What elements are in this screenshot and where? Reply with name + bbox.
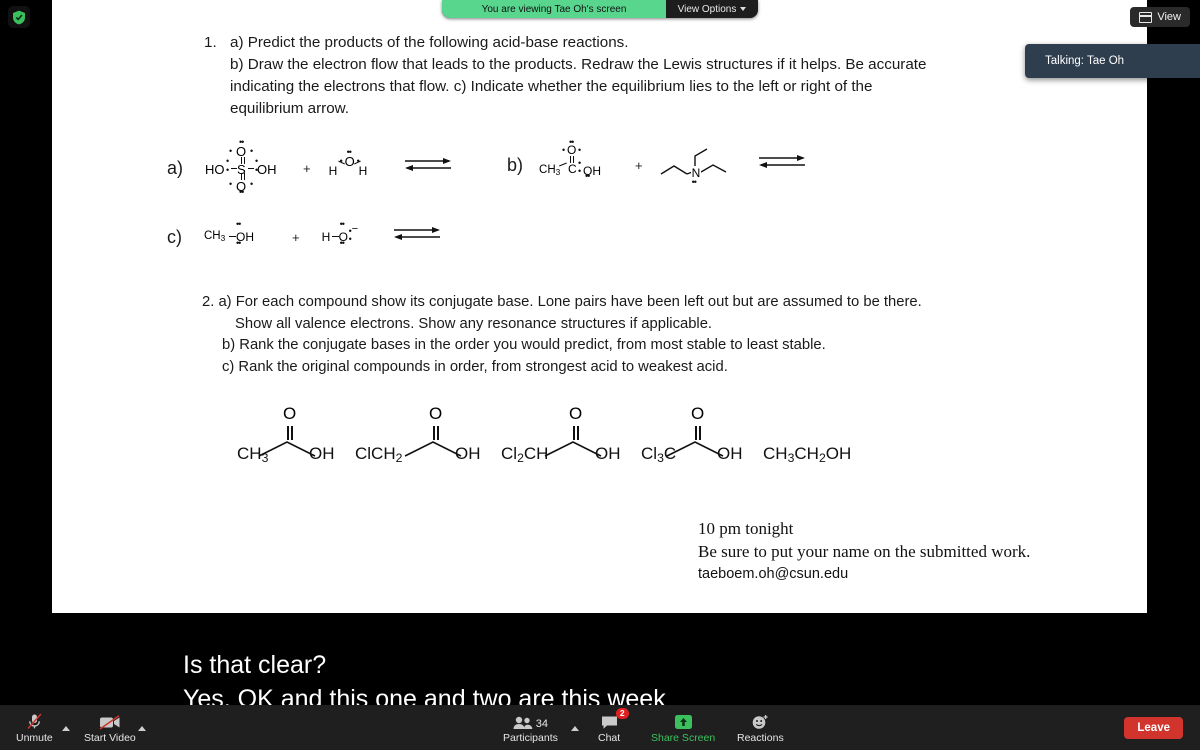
- view-options-label: View Options: [677, 3, 737, 15]
- start-video-label: Start Video: [84, 731, 136, 744]
- note-due-time: 10 pm tonight: [698, 519, 794, 538]
- meeting-toolbar: Unmute Start Video 34 Participants 2 Cha…: [0, 705, 1200, 750]
- shared-screen-content: 1. a) Predict the products of the follow…: [52, 0, 1147, 613]
- question-1-block: 1. a) Predict the products of the follow…: [204, 32, 1004, 120]
- structure-chloroacetic-acid: O ClCH2 OH: [355, 404, 481, 466]
- chevron-down-icon: [740, 7, 747, 11]
- structure-acetic-acid-b: •• O • • CH3 C • • OH ••: [539, 137, 602, 181]
- share-up-arrow-icon: [674, 714, 692, 729]
- structure-methanol: •• CH3 OH ••: [204, 219, 254, 248]
- encryption-shield-icon[interactable]: [8, 6, 30, 28]
- chat-bubble-icon: [601, 716, 617, 729]
- caption-line-1: Is that clear?: [183, 651, 327, 679]
- reaction-c-label: c): [167, 226, 182, 247]
- unmute-label: Unmute: [16, 731, 53, 744]
- reaction-a-label: a): [167, 157, 184, 178]
- acid-structure-row: O CH3 OH O ClCH2 OH O Cl2CH OH O Cl3C OH…: [237, 404, 873, 466]
- instructor-email: taeboem.oh@csun.edu: [698, 566, 849, 582]
- question-1-number: 1.: [204, 34, 217, 51]
- structure-hydroxide: •• H O • • •• −: [321, 219, 359, 248]
- participants-button[interactable]: 34 Participants: [503, 709, 558, 747]
- structure-trichloroacetic-acid: O Cl3C OH: [641, 404, 743, 466]
- audio-options-caret-icon[interactable]: [62, 726, 70, 731]
- view-button-label: View: [1157, 11, 1181, 23]
- note-instruction: Be sure to put your name on the submitte…: [698, 542, 1031, 561]
- microphone-muted-icon: [26, 712, 43, 730]
- view-button[interactable]: View: [1130, 7, 1190, 27]
- question-1-line-3: indicating the electrons that flow. c) I…: [230, 78, 873, 95]
- view-options-dropdown[interactable]: View Options: [666, 0, 758, 18]
- question-1-line-2: b) Draw the electron flow that leads to …: [230, 56, 927, 73]
- talking-indicator-label: Talking: Tae Oh: [1045, 55, 1125, 67]
- share-screen-label: Share Screen: [651, 731, 716, 744]
- reactions-button[interactable]: Reactions: [737, 709, 784, 747]
- grid-view-icon: [1139, 11, 1153, 23]
- question-2-line-2: Show all valence electrons. Show any res…: [235, 315, 713, 332]
- plus-sign: +: [303, 160, 311, 176]
- structure-ethanol: CH3CH2OH: [763, 444, 852, 466]
- plus-sign: +: [635, 157, 643, 173]
- structure-dichloroacetic-acid: O Cl2CH OH: [501, 404, 621, 466]
- share-screen-button[interactable]: Share Screen: [651, 709, 715, 747]
- leave-button[interactable]: Leave: [1124, 717, 1183, 739]
- camera-off-icon: [99, 713, 121, 730]
- assignment-note: 10 pm tonight Be sure to put your name o…: [698, 517, 1030, 582]
- equilibrium-arrow-b: [758, 154, 805, 172]
- reaction-b-label: b): [507, 154, 524, 175]
- screen-share-banner: You are viewing Tae Oh's screen View Opt…: [442, 0, 758, 18]
- reactions-label: Reactions: [737, 731, 784, 744]
- question-2-line-1: 2. a) For each compound show its conjuga…: [202, 294, 922, 310]
- reaction-b: b) •• O • • CH3 C • • OH •• + N ••: [507, 137, 805, 190]
- question-2-line-3: b) Rank the conjugate bases in the order…: [222, 337, 826, 353]
- plus-sign: +: [292, 229, 300, 245]
- start-video-button[interactable]: Start Video: [84, 709, 136, 747]
- structure-acetic-acid: O CH3 OH: [237, 404, 335, 466]
- question-2-block: 2. a) For each compound show its conjuga…: [202, 292, 1012, 378]
- participants-options-caret-icon[interactable]: [571, 726, 579, 731]
- unmute-button[interactable]: Unmute: [16, 709, 53, 747]
- video-options-caret-icon[interactable]: [138, 726, 146, 731]
- question-1-line-4: equilibrium arrow.: [230, 100, 350, 117]
- chat-label: Chat: [598, 731, 621, 744]
- structure-sulfuric-acid: •• O • • HO • • S • • OH • O • ••: [205, 137, 277, 197]
- participants-label: Participants: [503, 731, 558, 744]
- participants-count: 34: [535, 717, 549, 730]
- equilibrium-arrow-a: [404, 157, 451, 175]
- people-icon: [513, 716, 533, 729]
- talking-indicator: Talking: Tae Oh: [1025, 44, 1200, 78]
- leave-label: Leave: [1137, 722, 1170, 734]
- chat-unread-badge: 2: [615, 707, 629, 719]
- structure-water: •• O • • H H: [328, 147, 368, 179]
- question-1-line-1: a) Predict the products of the following…: [230, 34, 629, 51]
- reaction-c: c) •• CH3 OH •• + •• H O • • •• −: [167, 219, 440, 252]
- question-2-line-4: c) Rank the original compounds in order,…: [222, 358, 728, 375]
- reaction-a: a) •• O • • HO • • S • • OH • O • •• + •…: [167, 137, 451, 197]
- structure-triethylamine: N ••: [659, 144, 731, 187]
- screen-share-left-border: [40, 0, 52, 613]
- smiley-plus-icon: [753, 714, 768, 729]
- chat-button[interactable]: 2 Chat: [598, 707, 629, 747]
- viewing-screen-label: You are viewing Tae Oh's screen: [442, 0, 666, 18]
- equilibrium-arrow-c: [393, 226, 440, 244]
